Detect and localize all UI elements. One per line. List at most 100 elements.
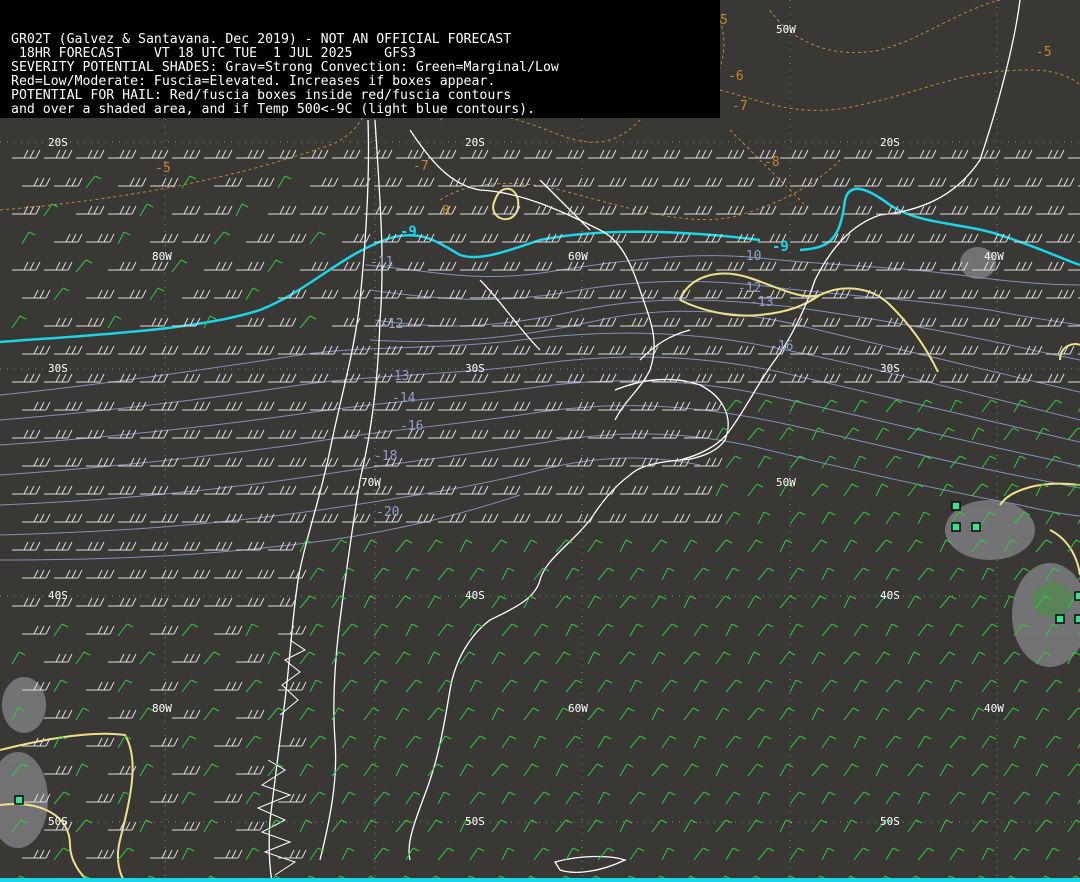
wind-barb: [11, 315, 27, 329]
wind-barb: [22, 401, 51, 411]
wind-barb: [22, 457, 51, 467]
wind-barb: [214, 737, 243, 747]
wind-barb: [534, 345, 563, 355]
wind-barb: [556, 149, 585, 159]
wind-barb: [652, 149, 681, 159]
wind-barb: [300, 429, 329, 439]
lat-label: 30S: [465, 362, 485, 375]
wind-barb: [908, 205, 937, 215]
wind-barb: [406, 177, 435, 187]
wind-barb: [1003, 707, 1020, 721]
wind-barb: [428, 261, 457, 271]
wind-barb: [843, 819, 858, 833]
wind-barb: [661, 567, 675, 581]
wind-barb: [501, 567, 515, 581]
wind-barb: [982, 345, 1011, 355]
wind-barb: [54, 513, 83, 523]
bottom-edge-line: [0, 878, 1080, 882]
wind-barb: [363, 707, 380, 721]
wind-barb: [438, 289, 467, 299]
wind-barb: [459, 707, 475, 721]
wind-barb: [630, 177, 659, 187]
wind-barb: [524, 317, 553, 327]
wind-barb: [309, 791, 326, 805]
wind-barb: [204, 205, 233, 215]
wind-barb: [117, 231, 131, 245]
wind-barb: [619, 819, 633, 833]
wind-barb: [555, 763, 569, 777]
wind-barb: [619, 651, 636, 665]
wind-barb: [268, 485, 297, 495]
wind-barb: [12, 373, 41, 383]
wind-barb: [1014, 177, 1043, 187]
wind-barb: [341, 567, 355, 581]
wind-barb: [395, 707, 410, 721]
wind-barb: [821, 623, 839, 637]
wind-barb: [54, 345, 83, 355]
forecast-header: GR02T (Galvez & Santavana. Dec 2019) - N…: [0, 0, 720, 118]
wind-barb: [44, 149, 73, 159]
wind-barb: [523, 763, 539, 777]
wind-barb: [747, 819, 763, 833]
wind-barb: [885, 623, 899, 637]
wind-barb: [885, 847, 900, 861]
wind-barb: [524, 485, 553, 495]
wind-barb: [1045, 679, 1063, 693]
wind-barb: [469, 679, 483, 693]
wind-barb: [981, 791, 996, 805]
wind-barb: [214, 289, 243, 299]
wind-barb: [278, 681, 307, 691]
wind-barb: [716, 317, 745, 327]
wind-barb: [53, 791, 71, 805]
wind-barb: [44, 541, 73, 551]
hail-box: [1055, 614, 1065, 624]
wind-barb: [918, 345, 947, 355]
wind-barb: [405, 791, 421, 805]
wind-barb: [470, 457, 499, 467]
wind-barb: [726, 345, 755, 355]
wind-barb: [534, 457, 563, 467]
header-valid-time: 18HR FORECAST VT 18 UTC TUE 1 JUL 2025 G…: [11, 46, 416, 61]
wind-barb: [811, 651, 826, 665]
wind-barb: [395, 595, 412, 609]
wind-barb: [44, 429, 73, 439]
wind-barb: [214, 569, 243, 579]
wind-barb: [245, 847, 260, 861]
wind-barb: [470, 345, 499, 355]
wind-barb: [566, 177, 595, 187]
wind-barb: [172, 653, 201, 663]
wind-barb: [822, 289, 851, 299]
wind-barb: [524, 205, 553, 215]
wind-barb: [533, 791, 551, 805]
wind-barb: [140, 485, 169, 495]
wind-barb: [715, 707, 730, 721]
wind-barb: [629, 847, 645, 861]
wind-barb: [949, 567, 965, 581]
wind-barb: [75, 763, 89, 777]
wind-barb: [341, 735, 357, 749]
wind-barb: [853, 455, 867, 469]
wind-barb: [971, 707, 985, 721]
wind-barb: [214, 625, 243, 635]
lat-label: 20S: [465, 136, 485, 149]
wind-barb: [694, 401, 723, 411]
wind-barb: [501, 791, 516, 805]
wind-barb: [502, 401, 531, 411]
wind-barb: [523, 595, 537, 609]
wind-barb: [12, 149, 41, 159]
wind-barb: [150, 849, 179, 859]
lon-label: 60W: [568, 250, 588, 263]
wind-barb: [853, 623, 869, 637]
wind-barb: [331, 595, 347, 609]
wind-barb: [277, 175, 292, 189]
wind-barb: [437, 567, 455, 581]
wind-barb: [268, 205, 297, 215]
wind-barb: [694, 177, 723, 187]
wind-barb: [139, 763, 154, 777]
wind-barb: [22, 625, 51, 635]
wind-barb: [236, 709, 265, 719]
wind-barb: [588, 205, 617, 215]
wind-barb: [236, 429, 265, 439]
wind-barb: [1035, 763, 1049, 777]
wind-barb: [875, 483, 889, 497]
